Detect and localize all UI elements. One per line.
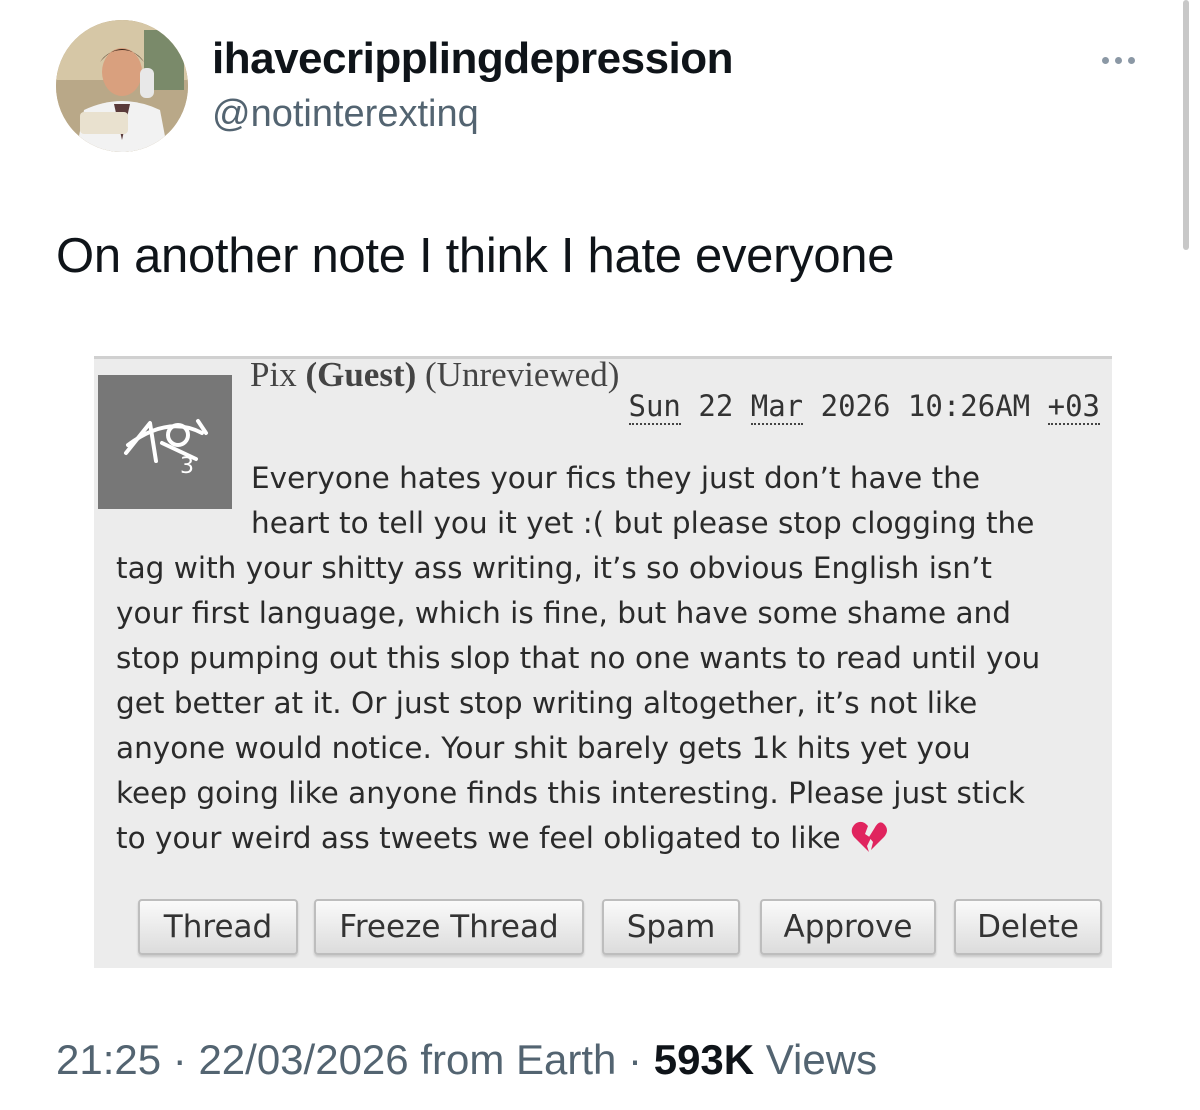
timestamp-month: Mar	[750, 389, 804, 425]
tweet-date[interactable]: 22/03/2026	[198, 1036, 408, 1083]
comment-line: stop pumping out this slop that no one w…	[116, 641, 1041, 675]
separator: ·	[616, 1036, 654, 1083]
tweet-text: On another note I think I hate everyone	[56, 229, 895, 283]
separator: ·	[161, 1036, 199, 1083]
comment-line: to your weird ass tweets we feel obligat…	[116, 821, 841, 855]
more-options-icon[interactable]	[1094, 48, 1142, 72]
dot	[1114, 56, 1122, 64]
comment-line: tag with your shitty ass writing, it’s s…	[116, 551, 992, 585]
thread-button[interactable]: Thread	[138, 899, 298, 955]
status-label: (Unreviewed)	[425, 356, 620, 394]
tweet-meta: 21:25 · 22/03/2026 from Earth · 593K Vie…	[56, 1036, 877, 1084]
profile-photo	[56, 20, 188, 152]
avatar[interactable]	[56, 20, 188, 152]
delete-button[interactable]: Delete	[954, 899, 1102, 955]
guest-label: (Guest)	[305, 356, 417, 394]
approve-button[interactable]: Approve	[760, 899, 936, 955]
timestamp-year: 2026	[820, 389, 891, 423]
user-handle[interactable]: @notinterextinq	[212, 93, 479, 136]
attached-screenshot[interactable]: 3 Pix (Guest) (Unreviewed) Sun 22 Mar 20…	[94, 356, 1112, 968]
comment-author[interactable]: Pix	[250, 359, 297, 394]
timestamp-day: Sun	[628, 389, 681, 425]
comment-line: get better at it. Or just stop writing a…	[116, 686, 978, 720]
display-name[interactable]: ihavecripplingdepression	[212, 34, 734, 84]
freeze-thread-button[interactable]: Freeze Thread	[314, 899, 584, 955]
tweet-time[interactable]: 21:25	[56, 1036, 161, 1083]
comment-last-line: to your weird ass tweets we feel obligat…	[116, 816, 1096, 867]
broken-heart-emoji-icon	[851, 820, 887, 867]
comment-line: heart to tell you it yet :( but please s…	[251, 506, 1035, 540]
tweet-source: from Earth	[408, 1036, 617, 1083]
comment-line: your first language, which is fine, but …	[116, 596, 1011, 630]
spam-button[interactable]: Spam	[602, 899, 740, 955]
views-count[interactable]: 593K	[654, 1036, 754, 1083]
timestamp-tz: +03	[1047, 389, 1100, 425]
views-label: Views	[754, 1036, 878, 1083]
comment-line: Everyone hates your fics they just don’t…	[251, 461, 981, 495]
timestamp-time: 10:26AM	[907, 389, 1031, 423]
dot	[1101, 56, 1109, 64]
comment-body: Everyone hates your fics they just don’t…	[116, 456, 1096, 867]
comment-line: keep going like anyone finds this intere…	[116, 776, 1025, 810]
scrollbar[interactable]	[1183, 0, 1189, 250]
comment-line: anyone would notice. Your shit barely ge…	[116, 731, 971, 765]
timestamp-date: 22	[698, 389, 734, 423]
dot	[1127, 56, 1135, 64]
comment-author-line: Pix (Guest) (Unreviewed)	[250, 356, 620, 395]
comment-timestamp: Sun 22 Mar 2026 10:26AM +03	[628, 389, 1100, 425]
